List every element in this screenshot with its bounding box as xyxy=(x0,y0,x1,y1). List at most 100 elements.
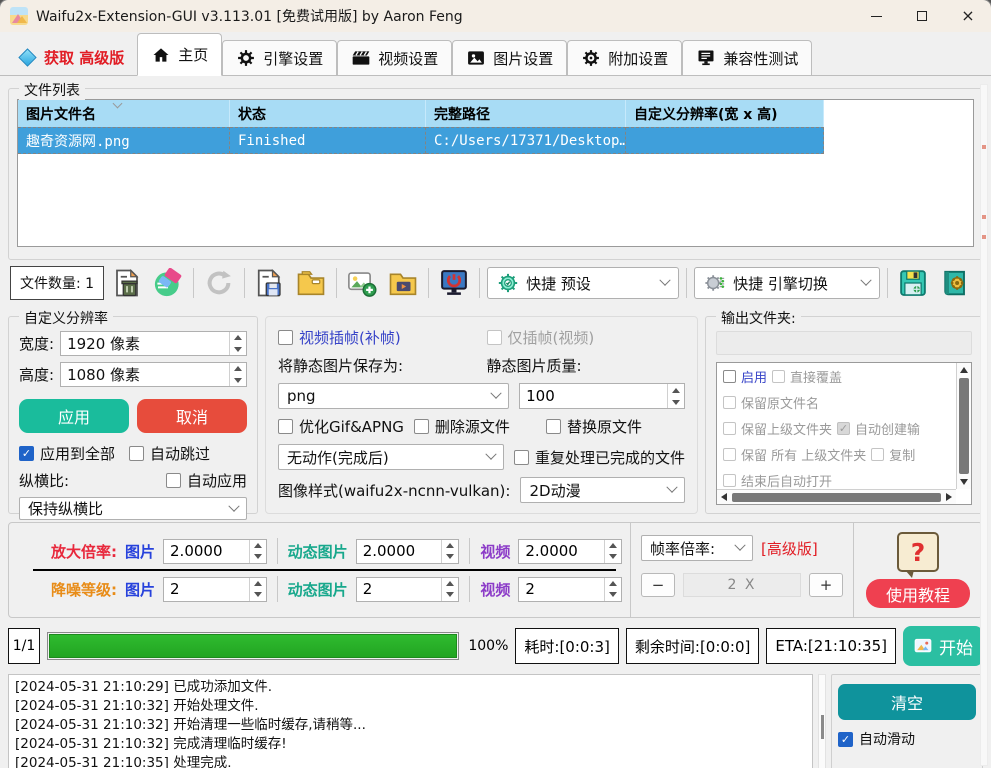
scroll-right-icon[interactable] xyxy=(942,490,956,504)
replace-original-checkbox[interactable] xyxy=(546,419,561,434)
save-settings-button[interactable] xyxy=(895,264,931,302)
scroll-left-icon[interactable] xyxy=(717,490,731,504)
open-video-folder-button[interactable] xyxy=(385,264,421,302)
window-overview-scrollbar[interactable] xyxy=(980,84,988,766)
column-header-resolution[interactable]: 自定义分辨率(宽 x 高) xyxy=(626,100,824,127)
tab-home[interactable]: 主页 xyxy=(137,33,222,76)
toolbar-separator xyxy=(193,268,194,298)
denoise-animated-spinner[interactable]: 2 xyxy=(356,577,460,602)
tab-image-settings[interactable]: 图片设置 xyxy=(452,40,567,75)
scroll-down-icon[interactable] xyxy=(957,475,971,489)
column-header-filename[interactable]: 图片文件名 xyxy=(18,100,230,127)
enable-output-checkbox[interactable] xyxy=(723,370,736,383)
output-folder-group: 输出文件夹: 启用 直接覆盖 保留原文件名 保留上级文件夹 自动创建输 xyxy=(705,316,983,514)
spinner-arrows-icon[interactable] xyxy=(604,540,621,563)
tab-get-premium[interactable]: 获取 高级版 xyxy=(4,40,137,75)
scrollbar-mark xyxy=(982,145,986,149)
save-file-list-button[interactable] xyxy=(252,264,288,302)
scrollbar-thumb[interactable] xyxy=(732,493,941,502)
tutorial-button[interactable]: 使用教程 xyxy=(866,579,970,608)
auto-apply-checkbox[interactable] xyxy=(166,473,181,488)
auto-skip-checkbox[interactable] xyxy=(129,446,144,461)
cell-path[interactable]: C:/Users/17371/Desktop… xyxy=(426,127,626,154)
apply-to-all-label: 应用到全部 xyxy=(40,443,115,464)
maximize-button[interactable] xyxy=(899,0,945,32)
scrollbar-thumb[interactable] xyxy=(959,378,969,474)
column-label: 状态 xyxy=(238,104,266,124)
chevron-down-icon xyxy=(228,500,239,511)
zoom-image-spinner[interactable]: 2.0000 xyxy=(163,539,267,564)
spinner-arrows-icon[interactable] xyxy=(229,332,246,355)
framerate-decrease-button[interactable]: − xyxy=(641,573,675,597)
tab-engine-settings[interactable]: 引擎设置 xyxy=(222,40,337,75)
settings-manual-button[interactable] xyxy=(936,264,972,302)
clear-list-button[interactable] xyxy=(150,264,186,302)
image-style-dropdown[interactable]: 2D动漫 xyxy=(520,477,685,503)
column-header-path[interactable]: 完整路径 xyxy=(426,100,626,127)
log-line: [2024-05-31 21:10:29] 已成功添加文件. xyxy=(15,678,806,697)
spinner-arrows-icon[interactable] xyxy=(441,578,458,601)
log-output[interactable]: [2024-05-31 21:10:29] 已成功添加文件. [2024-05-… xyxy=(8,674,813,768)
toolbar: 文件数量: 1 快捷 预设 xyxy=(0,260,991,306)
width-spinner[interactable]: 1920 像素 xyxy=(60,331,247,356)
start-button[interactable]: 开始 xyxy=(903,626,983,666)
spinner-arrows-icon[interactable] xyxy=(441,540,458,563)
tab-extra-settings[interactable]: 附加设置 xyxy=(567,40,682,75)
vfi-checkbox[interactable] xyxy=(278,330,293,345)
scroll-up-icon[interactable] xyxy=(957,363,971,377)
auto-scroll-checkbox[interactable] xyxy=(838,732,853,747)
reprocess-checkbox[interactable] xyxy=(514,450,529,465)
spinner-arrows-icon[interactable] xyxy=(249,578,266,601)
start-label: 开始 xyxy=(939,634,973,659)
delete-source-checkbox[interactable] xyxy=(414,419,429,434)
optimize-gif-checkbox[interactable] xyxy=(278,419,293,434)
image-format-dropdown[interactable]: png xyxy=(278,383,509,409)
spinner-arrows-icon[interactable] xyxy=(229,363,246,386)
quick-preset-dropdown[interactable]: 快捷 预设 xyxy=(487,267,679,299)
shutdown-settings-button[interactable] xyxy=(436,264,472,302)
denoise-video-spinner[interactable]: 2 xyxy=(518,577,622,602)
column-label: 完整路径 xyxy=(434,104,490,124)
tab-label: 视频设置 xyxy=(378,48,438,69)
column-header-status[interactable]: 状态 xyxy=(230,100,426,127)
horizontal-scrollbar[interactable] xyxy=(717,489,956,504)
framerate-increase-button[interactable]: + xyxy=(809,573,843,597)
close-button[interactable]: × xyxy=(945,0,991,32)
open-file-list-button[interactable] xyxy=(293,264,329,302)
image-quality-spinner[interactable]: 100 xyxy=(519,383,685,409)
spinner-arrows-icon[interactable] xyxy=(249,540,266,563)
log-line: [2024-05-31 21:10:35] 处理完成. xyxy=(15,754,806,768)
cell-filename[interactable]: 趣奇资源网.png xyxy=(18,127,230,154)
add-image-button[interactable] xyxy=(344,264,380,302)
minimize-button[interactable] xyxy=(853,0,899,32)
output-folder-input[interactable] xyxy=(716,331,972,355)
tab-video-settings[interactable]: 视频设置 xyxy=(337,40,452,75)
quick-engine-switch-dropdown[interactable]: 快捷 引擎切换 xyxy=(694,267,880,299)
cell-status[interactable]: Finished xyxy=(230,127,426,154)
spinner-arrows-icon[interactable] xyxy=(667,384,684,408)
close-icon: × xyxy=(961,8,974,24)
framerate-dropdown[interactable]: 帧率倍率: xyxy=(641,535,753,561)
spinner-arrows-icon[interactable] xyxy=(604,578,621,601)
aspect-ratio-dropdown[interactable]: 保持纵横比 xyxy=(19,497,247,520)
table-row[interactable]: 趣奇资源网.png Finished C:/Users/17371/Deskto… xyxy=(18,127,973,154)
apply-button[interactable]: 应用 xyxy=(19,399,129,433)
clear-log-button[interactable]: 清空 xyxy=(838,684,976,720)
zoom-animated-value: 2.0000 xyxy=(363,542,416,560)
zoom-animated-spinner[interactable]: 2.0000 xyxy=(356,539,460,564)
scrollbar-thumb[interactable] xyxy=(821,715,824,739)
apply-to-all-checkbox[interactable] xyxy=(19,446,34,461)
tab-compatibility-test[interactable]: 兼容性测试 xyxy=(682,40,812,75)
vertical-scrollbar[interactable] xyxy=(956,363,971,489)
post-action-dropdown[interactable]: 无动作(完成后) xyxy=(278,444,504,470)
remove-file-button[interactable] xyxy=(109,264,145,302)
refresh-button[interactable] xyxy=(201,264,237,302)
cancel-button[interactable]: 取消 xyxy=(137,399,247,433)
zoom-video-spinner[interactable]: 2.0000 xyxy=(518,539,622,564)
height-spinner[interactable]: 1080 像素 xyxy=(60,362,247,387)
log-scrollbar[interactable] xyxy=(818,674,826,768)
denoise-image-spinner[interactable]: 2 xyxy=(163,577,267,602)
cell-resolution[interactable] xyxy=(626,127,824,154)
chevron-down-icon xyxy=(659,275,670,286)
framerate-value: 2 X xyxy=(683,573,801,597)
